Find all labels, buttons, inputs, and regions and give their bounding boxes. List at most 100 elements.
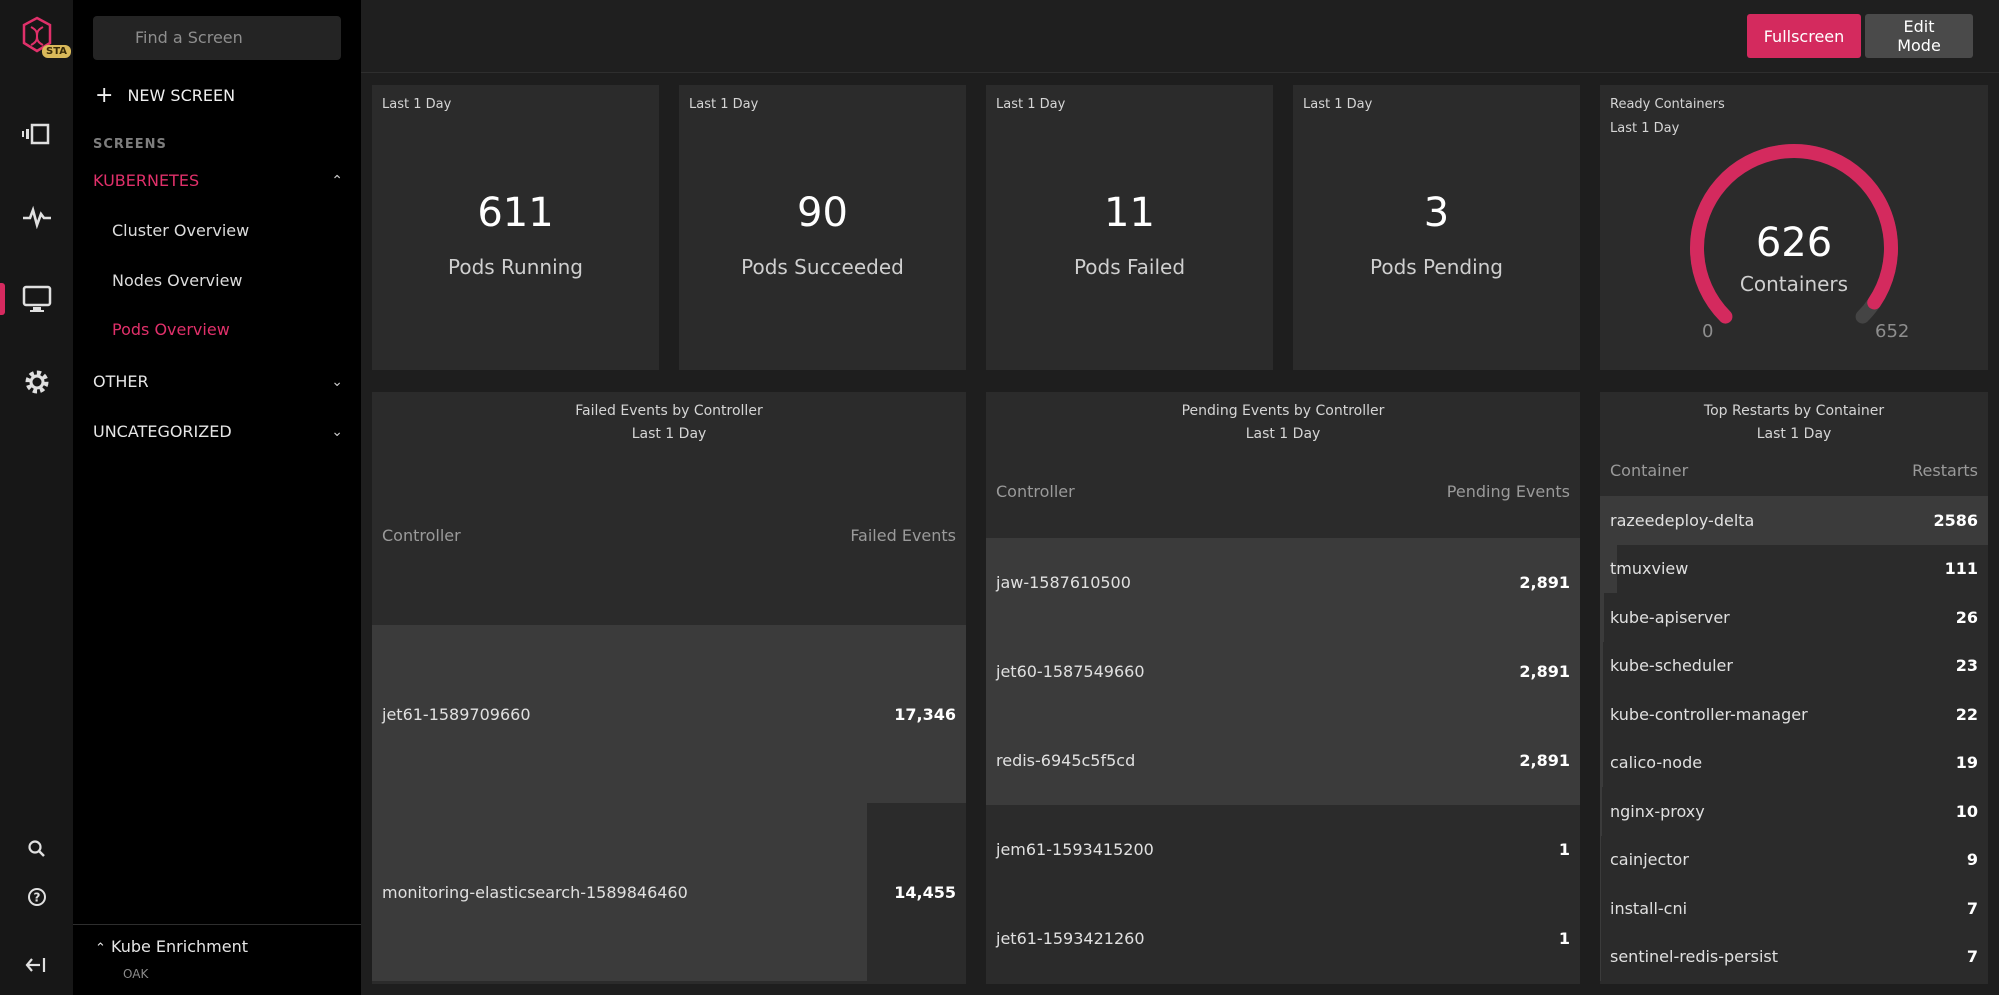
row-name: monitoring-elasticsearch-1589846460: [382, 882, 688, 902]
row-value: 10: [1955, 801, 1978, 821]
table-row[interactable]: monitoring-elasticsearch-1589846460 14,45…: [372, 803, 966, 981]
row-value: 9: [1966, 850, 1978, 870]
column-header-controller[interactable]: Controller: [382, 526, 461, 545]
table-row[interactable]: jaw-1587610500 2,891: [986, 538, 1580, 627]
chevron-down-icon: ⌄: [331, 423, 343, 440]
row-value: 17,346: [894, 704, 956, 724]
stat-pods-failed[interactable]: Last 1 Day 11 Pods Failed: [986, 85, 1273, 370]
sidebar-item-nodes-overview[interactable]: Nodes Overview: [112, 271, 243, 290]
row-name: tmuxview: [1610, 559, 1689, 579]
row-value: 2,891: [1519, 751, 1570, 770]
time-range-label: Last 1 Day: [631, 426, 707, 442]
table-row[interactable]: tmuxview 111: [1600, 545, 1988, 594]
chevron-up-icon: ⌃: [331, 172, 343, 189]
row-name: nginx-proxy: [1610, 801, 1705, 821]
new-screen-button[interactable]: + NEW SCREEN: [95, 84, 236, 106]
row-name: calico-node: [1610, 753, 1703, 773]
time-range-label: Last 1 Day: [1756, 426, 1832, 442]
time-range-label: Last 1 Day: [382, 97, 452, 112]
row-value: 2586: [1933, 510, 1978, 530]
footer-title: ⌃ Kube Enrichment: [95, 937, 248, 956]
gauge-value: 626: [1755, 220, 1833, 266]
table-row[interactable]: kube-scheduler 23: [1600, 642, 1988, 691]
time-range-label: Last 1 Day: [996, 97, 1066, 112]
gauge-label: Containers: [1739, 272, 1849, 296]
column-header-container[interactable]: Container: [1610, 461, 1688, 480]
table-row[interactable]: jet60-1587549660 2,891: [986, 627, 1580, 716]
help-icon[interactable]: ?: [0, 874, 73, 920]
ready-containers-gauge[interactable]: Ready Containers Last 1 Day 626 Containe…: [1600, 85, 1988, 370]
time-range-label: Last 1 Day: [1303, 97, 1373, 112]
stat-value: 3: [1423, 190, 1450, 236]
row-value: 14,455: [894, 882, 956, 902]
row-value: 22: [1955, 704, 1978, 724]
failed-events-table: Failed Events by Controller Last 1 Day C…: [372, 392, 966, 984]
table-row[interactable]: install-cni 7: [1600, 884, 1988, 933]
stat-label: Pods Succeeded: [741, 255, 904, 279]
sidebar-item-pods-overview[interactable]: Pods Overview: [112, 320, 230, 339]
screen-search-input[interactable]: Find a Screen: [93, 16, 341, 60]
stat-pods-pending[interactable]: Last 1 Day 3 Pods Pending: [1293, 85, 1580, 370]
table-row[interactable]: redis-6945c5f5cd 2,891: [986, 716, 1580, 805]
screens-icon[interactable]: [0, 276, 73, 322]
table-row[interactable]: cainjector 9: [1600, 836, 1988, 885]
stat-value: 90: [797, 190, 848, 236]
topbar: Fullscreen Edit Mode: [361, 0, 1999, 73]
table-row[interactable]: kube-controller-manager 22: [1600, 690, 1988, 739]
table-header: Controller Pending Events: [996, 482, 1570, 501]
enrichment-footer[interactable]: ⌃ Kube Enrichment OAK: [73, 924, 361, 995]
group-label: UNCATEGORIZED: [93, 422, 232, 441]
table-row[interactable]: jet61-1589709660 17,346: [372, 625, 966, 803]
row-name: kube-scheduler: [1610, 656, 1733, 676]
column-header-controller[interactable]: Controller: [996, 482, 1075, 501]
row-name: cainjector: [1610, 850, 1689, 870]
row-value: 7: [1966, 947, 1978, 967]
time-range-label: Last 1 Day: [1245, 426, 1321, 442]
table-row[interactable]: jem61-1593415200 1: [986, 805, 1580, 894]
row-value: 19: [1955, 753, 1978, 773]
sidebar-item-cluster-overview[interactable]: Cluster Overview: [112, 221, 249, 240]
screens-section-label: SCREENS: [93, 137, 167, 152]
top-restarts-table: Top Restarts by Container Last 1 Day Con…: [1600, 392, 1988, 984]
table-row[interactable]: sentinel-redis-persist 7: [1600, 933, 1988, 982]
table-title: Pending Events by Controller: [1181, 403, 1385, 419]
collapse-icon[interactable]: [0, 942, 73, 988]
edit-mode-button[interactable]: Edit Mode: [1865, 14, 1973, 58]
footer-title-text: Kube Enrichment: [111, 937, 248, 956]
settings-icon[interactable]: [0, 359, 73, 405]
table-row[interactable]: kube-apiserver 26: [1600, 593, 1988, 642]
dashboards-icon[interactable]: [0, 111, 73, 157]
activity-icon[interactable]: [0, 194, 73, 240]
table-row[interactable]: nginx-proxy 10: [1600, 787, 1988, 836]
group-uncategorized[interactable]: UNCATEGORIZED ⌄: [93, 422, 343, 441]
row-value: 1: [1558, 929, 1570, 948]
column-header-restarts[interactable]: Restarts: [1912, 461, 1978, 480]
fullscreen-button[interactable]: Fullscreen: [1747, 14, 1861, 58]
stat-label: Pods Failed: [1073, 255, 1186, 279]
row-name: razeedeploy-delta: [1610, 510, 1755, 530]
row-name: redis-6945c5f5cd: [996, 751, 1136, 770]
table-row[interactable]: razeedeploy-delta 2586: [1600, 496, 1988, 545]
time-range-label: Last 1 Day: [689, 97, 759, 112]
column-header-failed-events[interactable]: Failed Events: [850, 526, 956, 545]
table-row[interactable]: jet61-1593421260 1: [986, 894, 1580, 983]
row-name: jaw-1587610500: [996, 573, 1131, 592]
row-value: 1: [1558, 840, 1570, 859]
icon-rail: STA ?: [0, 0, 73, 995]
column-header-pending-events[interactable]: Pending Events: [1447, 482, 1570, 501]
stat-pods-running[interactable]: Last 1 Day 611 Pods Running: [372, 85, 659, 370]
pending-events-table: Pending Events by Controller Last 1 Day …: [986, 392, 1580, 984]
stat-label: Pods Running: [447, 255, 583, 279]
stat-pods-succeeded[interactable]: Last 1 Day 90 Pods Succeeded: [679, 85, 966, 370]
row-name: install-cni: [1610, 898, 1688, 918]
new-screen-label: NEW SCREEN: [127, 86, 236, 105]
group-label: KUBERNETES: [93, 171, 200, 190]
row-value: 111: [1944, 559, 1978, 579]
group-other[interactable]: OTHER ⌄: [93, 372, 343, 391]
table-row[interactable]: calico-node 19: [1600, 739, 1988, 788]
search-icon[interactable]: [0, 826, 73, 872]
environment-badge: STA: [42, 45, 71, 58]
row-value: 7: [1966, 898, 1978, 918]
group-kubernetes[interactable]: KUBERNETES ⌃: [93, 171, 343, 190]
group-label: OTHER: [93, 372, 149, 391]
